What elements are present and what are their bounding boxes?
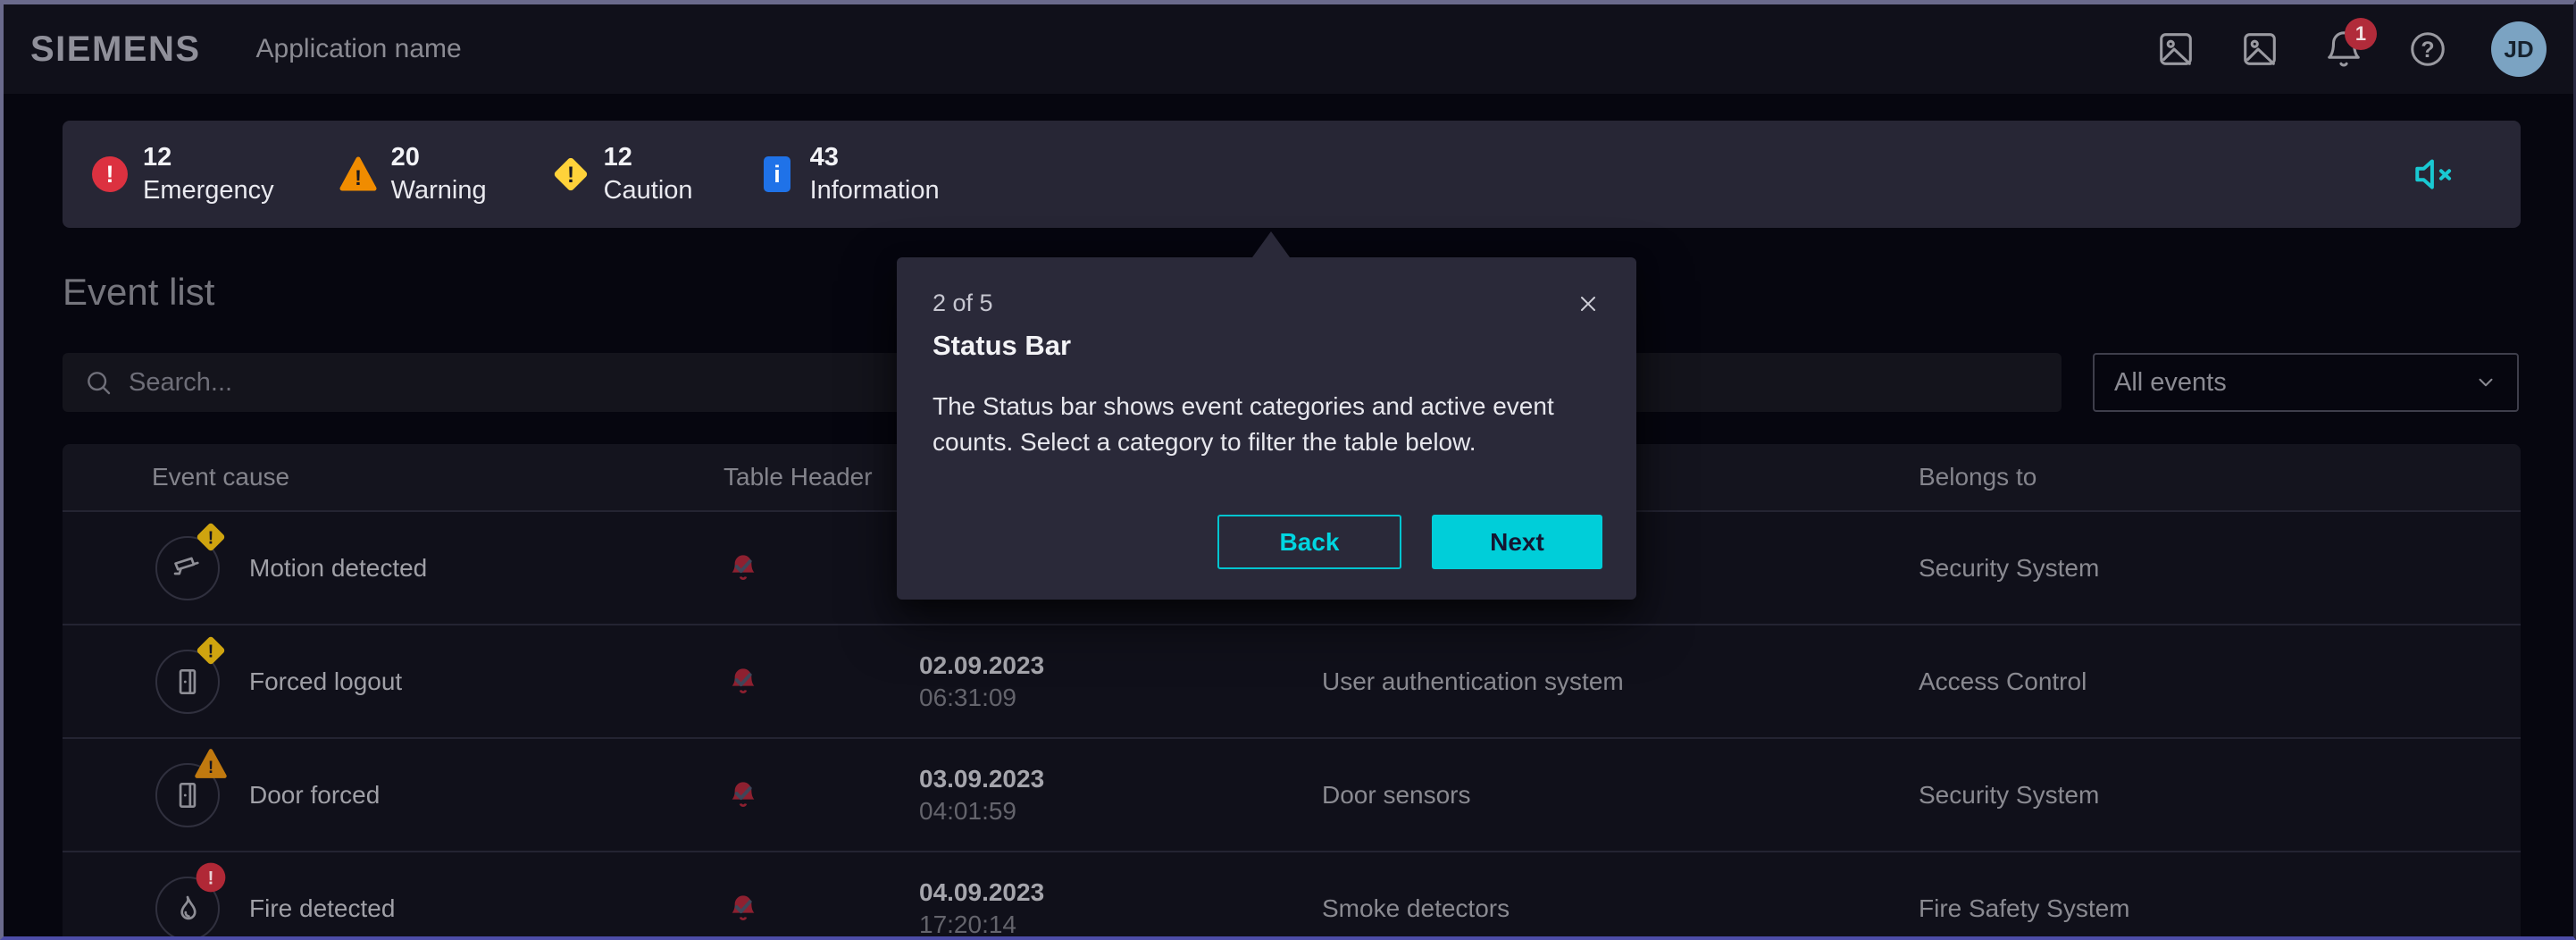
svg-text:!: ! — [208, 528, 214, 548]
status-item-caution[interactable]: ! 12 Caution — [551, 141, 693, 207]
image-icon — [2239, 29, 2280, 70]
events-filter-value: All events — [2114, 368, 2227, 398]
image-button-2[interactable] — [2239, 29, 2280, 70]
svg-text:!: ! — [106, 161, 114, 188]
warning-label: Warning — [391, 174, 487, 207]
tour-popup-arrow — [1252, 231, 1290, 257]
table-row[interactable]: ! Door forced 03.09.2023 04:01:59 Door s… — [63, 737, 2521, 851]
status-item-warning[interactable]: ! 20 Warning — [339, 141, 487, 207]
svg-text:!: ! — [355, 166, 362, 190]
information-count: 43 — [810, 141, 940, 174]
status-item-information[interactable]: i 43 Information — [757, 141, 940, 207]
chevron-down-icon — [2474, 371, 2497, 394]
svg-text:!: ! — [208, 868, 214, 888]
svg-text:!: ! — [208, 759, 213, 777]
close-icon — [1576, 291, 1601, 316]
event-belongs-to: Security System — [1919, 512, 2099, 624]
event-source: Smoke detectors — [1322, 852, 1510, 940]
emergency-icon: ! — [90, 155, 130, 194]
alarm-acknowledged-icon — [725, 550, 761, 586]
event-date: 03.09.2023 — [919, 763, 1044, 795]
security-camera-icon — [171, 551, 205, 585]
event-name: Fire detected — [249, 852, 395, 940]
close-button[interactable] — [1576, 291, 1601, 316]
status-bar: ! 12 Emergency ! 20 Warning ! 12 — [63, 121, 2521, 228]
event-date: 04.09.2023 — [919, 877, 1044, 909]
event-date: 02.09.2023 — [919, 650, 1044, 682]
back-button[interactable]: Back — [1217, 515, 1401, 569]
alarm-acknowledged-icon — [725, 891, 761, 927]
event-belongs-to: Fire Safety System — [1919, 852, 2130, 940]
header-actions: 1 ? JD — [2155, 21, 2547, 77]
volume-muted-icon — [2412, 152, 2456, 197]
warning-badge-icon: ! — [193, 746, 229, 782]
alarm-acknowledged-icon — [725, 777, 761, 813]
information-icon: i — [757, 155, 797, 194]
alarm-acknowledged-icon — [725, 664, 761, 700]
status-item-emergency[interactable]: ! 12 Emergency — [90, 141, 274, 207]
event-time: 04:01:59 — [919, 795, 1044, 827]
svg-text:?: ? — [2421, 38, 2434, 63]
column-header-event-cause: Event cause — [152, 444, 289, 510]
event-name: Door forced — [249, 739, 380, 851]
event-name: Forced logout — [249, 625, 402, 737]
event-name: Motion detected — [249, 512, 427, 624]
app-name: Application name — [256, 34, 462, 64]
notifications-button[interactable]: 1 — [2323, 29, 2364, 70]
event-time: 06:31:09 — [919, 682, 1044, 714]
column-header-table-header: Table Header — [723, 444, 873, 510]
emergency-label: Emergency — [143, 174, 274, 207]
help-button[interactable]: ? — [2407, 29, 2448, 70]
svg-text:!: ! — [566, 163, 573, 188]
table-row[interactable]: ! Fire detected 04.09.2023 17:20:14 Smok… — [63, 851, 2521, 940]
events-filter-dropdown[interactable]: All events — [2093, 353, 2519, 412]
tour-title: Status Bar — [933, 330, 1601, 362]
caution-count: 12 — [604, 141, 693, 174]
mute-events-button[interactable] — [2412, 152, 2456, 197]
caution-badge-icon: ! — [193, 633, 229, 668]
tour-step-counter: 2 of 5 — [933, 290, 993, 317]
table-row[interactable]: ! Forced logout 02.09.2023 06:31:09 User… — [63, 624, 2521, 737]
emergency-count: 12 — [143, 141, 274, 174]
flame-icon — [171, 892, 205, 926]
svg-text:i: i — [774, 161, 781, 188]
event-belongs-to: Access Control — [1919, 625, 2087, 737]
next-button[interactable]: Next — [1432, 515, 1602, 569]
warning-icon: ! — [339, 155, 378, 194]
help-icon: ? — [2407, 29, 2448, 70]
caution-label: Caution — [604, 174, 693, 207]
caution-icon: ! — [551, 155, 590, 194]
door-icon — [171, 778, 205, 812]
event-time: 17:20:14 — [919, 909, 1044, 940]
event-belongs-to: Security System — [1919, 739, 2099, 851]
emergency-badge-icon: ! — [193, 860, 229, 895]
tour-popup: 2 of 5 Status Bar The Status bar shows e… — [897, 257, 1636, 600]
event-source: User authentication system — [1322, 625, 1624, 737]
app-window: SIEMENS Application name 1 — [0, 0, 2576, 940]
tour-body-text: The Status bar shows event categories an… — [933, 389, 1608, 460]
search-icon — [84, 368, 113, 397]
event-source: Door sensors — [1322, 739, 1471, 851]
column-header-belongs-to: Belongs to — [1919, 444, 2037, 510]
siemens-logo: SIEMENS — [30, 29, 201, 70]
caution-badge-icon: ! — [193, 519, 229, 555]
door-icon — [171, 665, 205, 699]
image-icon — [2155, 29, 2196, 70]
image-button-1[interactable] — [2155, 29, 2196, 70]
app-header: SIEMENS Application name 1 — [4, 4, 2573, 94]
warning-count: 20 — [391, 141, 487, 174]
notification-badge: 1 — [2345, 18, 2377, 50]
user-avatar[interactable]: JD — [2491, 21, 2547, 77]
page-title: Event list — [63, 271, 214, 314]
svg-text:!: ! — [208, 642, 214, 661]
information-label: Information — [810, 174, 940, 207]
